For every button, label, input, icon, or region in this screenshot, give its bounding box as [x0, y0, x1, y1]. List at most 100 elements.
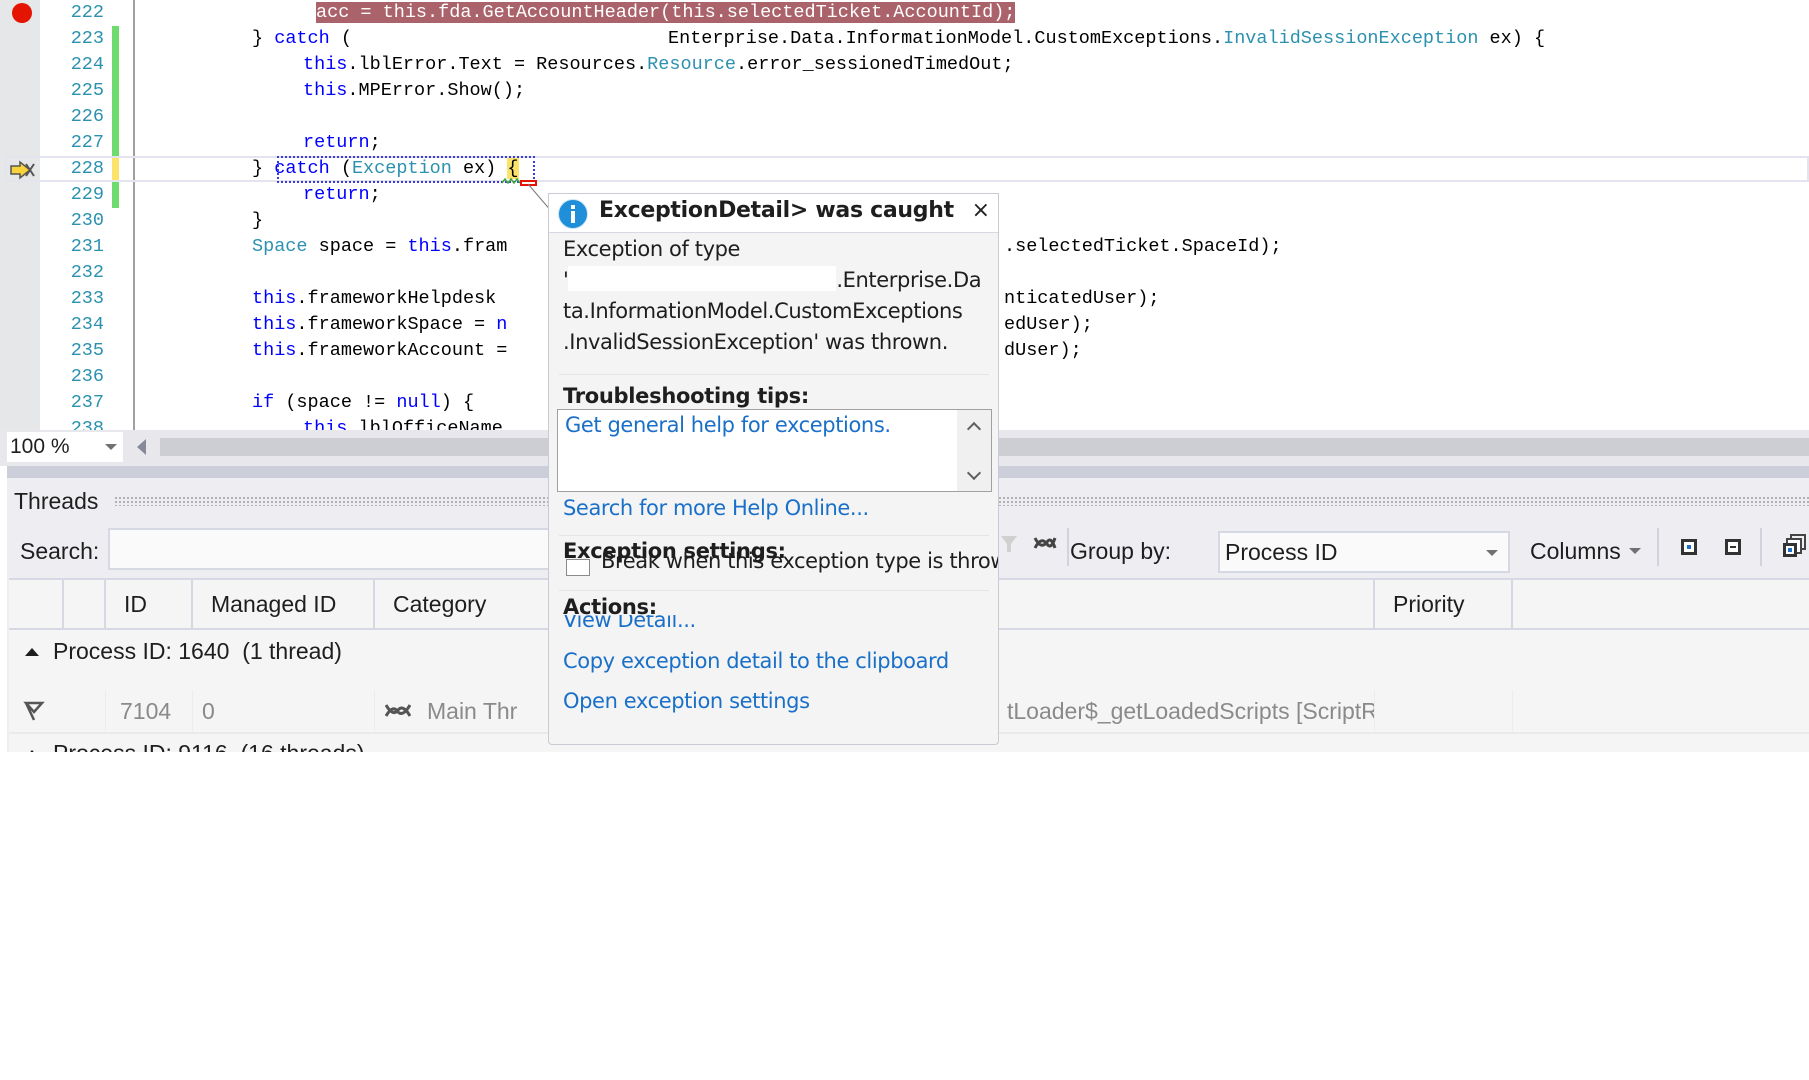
exception-location-box: [277, 156, 535, 183]
code-line: this.MPError.Show();: [303, 78, 525, 104]
show-stacks-icon[interactable]: [1781, 534, 1807, 560]
line-number: 224: [70, 54, 104, 75]
code-token: space =: [307, 236, 408, 257]
code-token: (space !=: [274, 392, 397, 413]
chevron-down-icon: [105, 444, 117, 450]
columns-label: Columns: [1530, 538, 1621, 564]
code-token: .frameworkSpace =: [296, 314, 497, 335]
code-token: .error_sessionedTimedOut;: [736, 54, 1014, 75]
message-line: Exception of type: [563, 237, 741, 261]
columns-button[interactable]: Columns: [1530, 538, 1642, 565]
column-header-id[interactable]: ID: [106, 580, 193, 628]
scroll-up-icon[interactable]: [966, 421, 982, 437]
code-keyword: n: [496, 314, 508, 335]
collapse-caret-icon[interactable]: [25, 648, 39, 656]
toolbar-separator: [1760, 528, 1762, 566]
code-line: this.lblOfficeName: [303, 416, 503, 430]
code-line: return;: [303, 182, 381, 208]
code-token: ;: [369, 184, 381, 205]
code-keyword: this: [303, 418, 348, 430]
redacted-text: [568, 266, 837, 291]
threads-toolbar: Group by: Process ID Columns: [997, 524, 1809, 573]
breakpoint-icon[interactable]: [12, 3, 32, 23]
code-token: .fram: [451, 236, 508, 257]
code-keyword: this: [252, 288, 297, 309]
code-token: }: [252, 158, 275, 179]
zoom-level-dropdown[interactable]: 100 %: [7, 432, 123, 462]
code-token: }: [252, 28, 275, 49]
group-row[interactable]: Process ID: 9116 (16 threads): [9, 732, 365, 752]
expand-all-icon[interactable]: [1680, 538, 1698, 556]
popup-header: ExceptionDetail> was caught ×: [549, 194, 998, 233]
group-count: (1 thread): [242, 638, 342, 664]
column-header-managed-id[interactable]: Managed ID: [193, 580, 375, 628]
copy-exception-detail-link[interactable]: Copy exception detail to the clipboard: [563, 649, 949, 673]
panel-title: Threads: [14, 488, 99, 514]
tip-link[interactable]: Get general help for exceptions.: [565, 413, 891, 437]
group-by-value: Process ID: [1225, 539, 1338, 565]
line-number: 226: [70, 106, 104, 127]
troubleshooting-heading: Troubleshooting tips:: [563, 384, 809, 408]
toolbar-separator: [1657, 528, 1659, 566]
collapse-all-icon[interactable]: [1724, 538, 1742, 556]
close-button[interactable]: ×: [972, 198, 990, 223]
exception-message: Exception of type ' .Enterprise.Da ta.Inf…: [563, 234, 983, 358]
code-line: this.frameworkHelpdesk: [252, 286, 496, 312]
code-token: ex) {: [1478, 28, 1546, 49]
line-number: 237: [70, 392, 104, 413]
code-token: .frameworkHelpdesk: [296, 288, 497, 309]
tips-scrollbar[interactable]: [957, 410, 991, 491]
glyph-margin[interactable]: [0, 0, 40, 430]
group-label: Process ID: 1640: [53, 638, 230, 664]
popup-title: ExceptionDetail> was caught: [599, 198, 954, 223]
chevron-down-icon: [1629, 548, 1642, 554]
column-header-current[interactable]: [64, 580, 106, 628]
line-number: 233: [70, 288, 104, 309]
break-when-thrown-label[interactable]: Break when this exception type is thrown: [601, 549, 998, 573]
line-number: 232: [70, 262, 104, 283]
scroll-down-icon[interactable]: [966, 465, 982, 481]
code-keyword: this: [303, 54, 348, 75]
code-type: Resource: [647, 54, 736, 75]
code-token: Enterprise.Data.InformationModel.CustomE…: [668, 28, 1224, 49]
open-exception-settings-link[interactable]: Open exception settings: [563, 689, 810, 713]
troubleshooting-tips-list[interactable]: Get general help for exceptions.: [557, 409, 992, 492]
code-line-tail: nticatedUser);: [1004, 288, 1160, 309]
column-header-flag[interactable]: [9, 580, 64, 628]
code-line: if (space != null) {: [252, 390, 474, 416]
column-header-priority[interactable]: Priority: [1375, 580, 1513, 628]
code-line: this.lblError.Text = Resources.Resource.…: [303, 52, 1014, 78]
search-input[interactable]: [108, 528, 568, 570]
section-divider: [559, 590, 989, 591]
message-text: .Enterprise.Da: [836, 268, 982, 292]
code-token: .MPError.Show();: [347, 80, 526, 101]
section-divider: [559, 535, 989, 536]
collapse-caret-icon[interactable]: [25, 750, 39, 752]
search-help-online-link[interactable]: Search for more Help Online...: [563, 496, 869, 520]
code-line: Space space = this.fram: [252, 234, 507, 260]
flag-icon[interactable]: [23, 700, 45, 722]
message-line: ta.InformationModel.CustomExceptions: [563, 299, 963, 323]
scroll-left-icon[interactable]: [137, 439, 146, 455]
view-detail-link[interactable]: View Detail...: [563, 615, 696, 633]
group-row[interactable]: Process ID: 1640 (1 thread): [9, 630, 342, 672]
code-keyword: null: [396, 392, 441, 413]
line-number: 235: [70, 340, 104, 361]
chevron-down-icon: [1486, 550, 1498, 556]
code-keyword: if: [252, 392, 275, 413]
thread-icon[interactable]: [1033, 532, 1057, 556]
code-token: ) {: [440, 392, 475, 413]
code-keyword: this: [252, 340, 297, 361]
code-token: .lblOfficeName: [347, 418, 503, 430]
priority-cell: [1375, 690, 1513, 732]
code-keyword: return: [303, 132, 370, 153]
group-label: Process ID: 9116: [53, 740, 228, 752]
line-numbers: 222 223 224 225 226 227 228 229 230 231 …: [40, 0, 135, 430]
line-number: 230: [70, 210, 104, 231]
code-line: return;: [303, 130, 381, 156]
flag-filter-icon[interactable]: [997, 532, 1021, 556]
change-marker-saved: [112, 182, 119, 208]
break-when-thrown-checkbox[interactable]: [566, 559, 590, 576]
code-keyword: this: [407, 236, 452, 257]
group-by-dropdown[interactable]: Process ID: [1218, 531, 1510, 573]
